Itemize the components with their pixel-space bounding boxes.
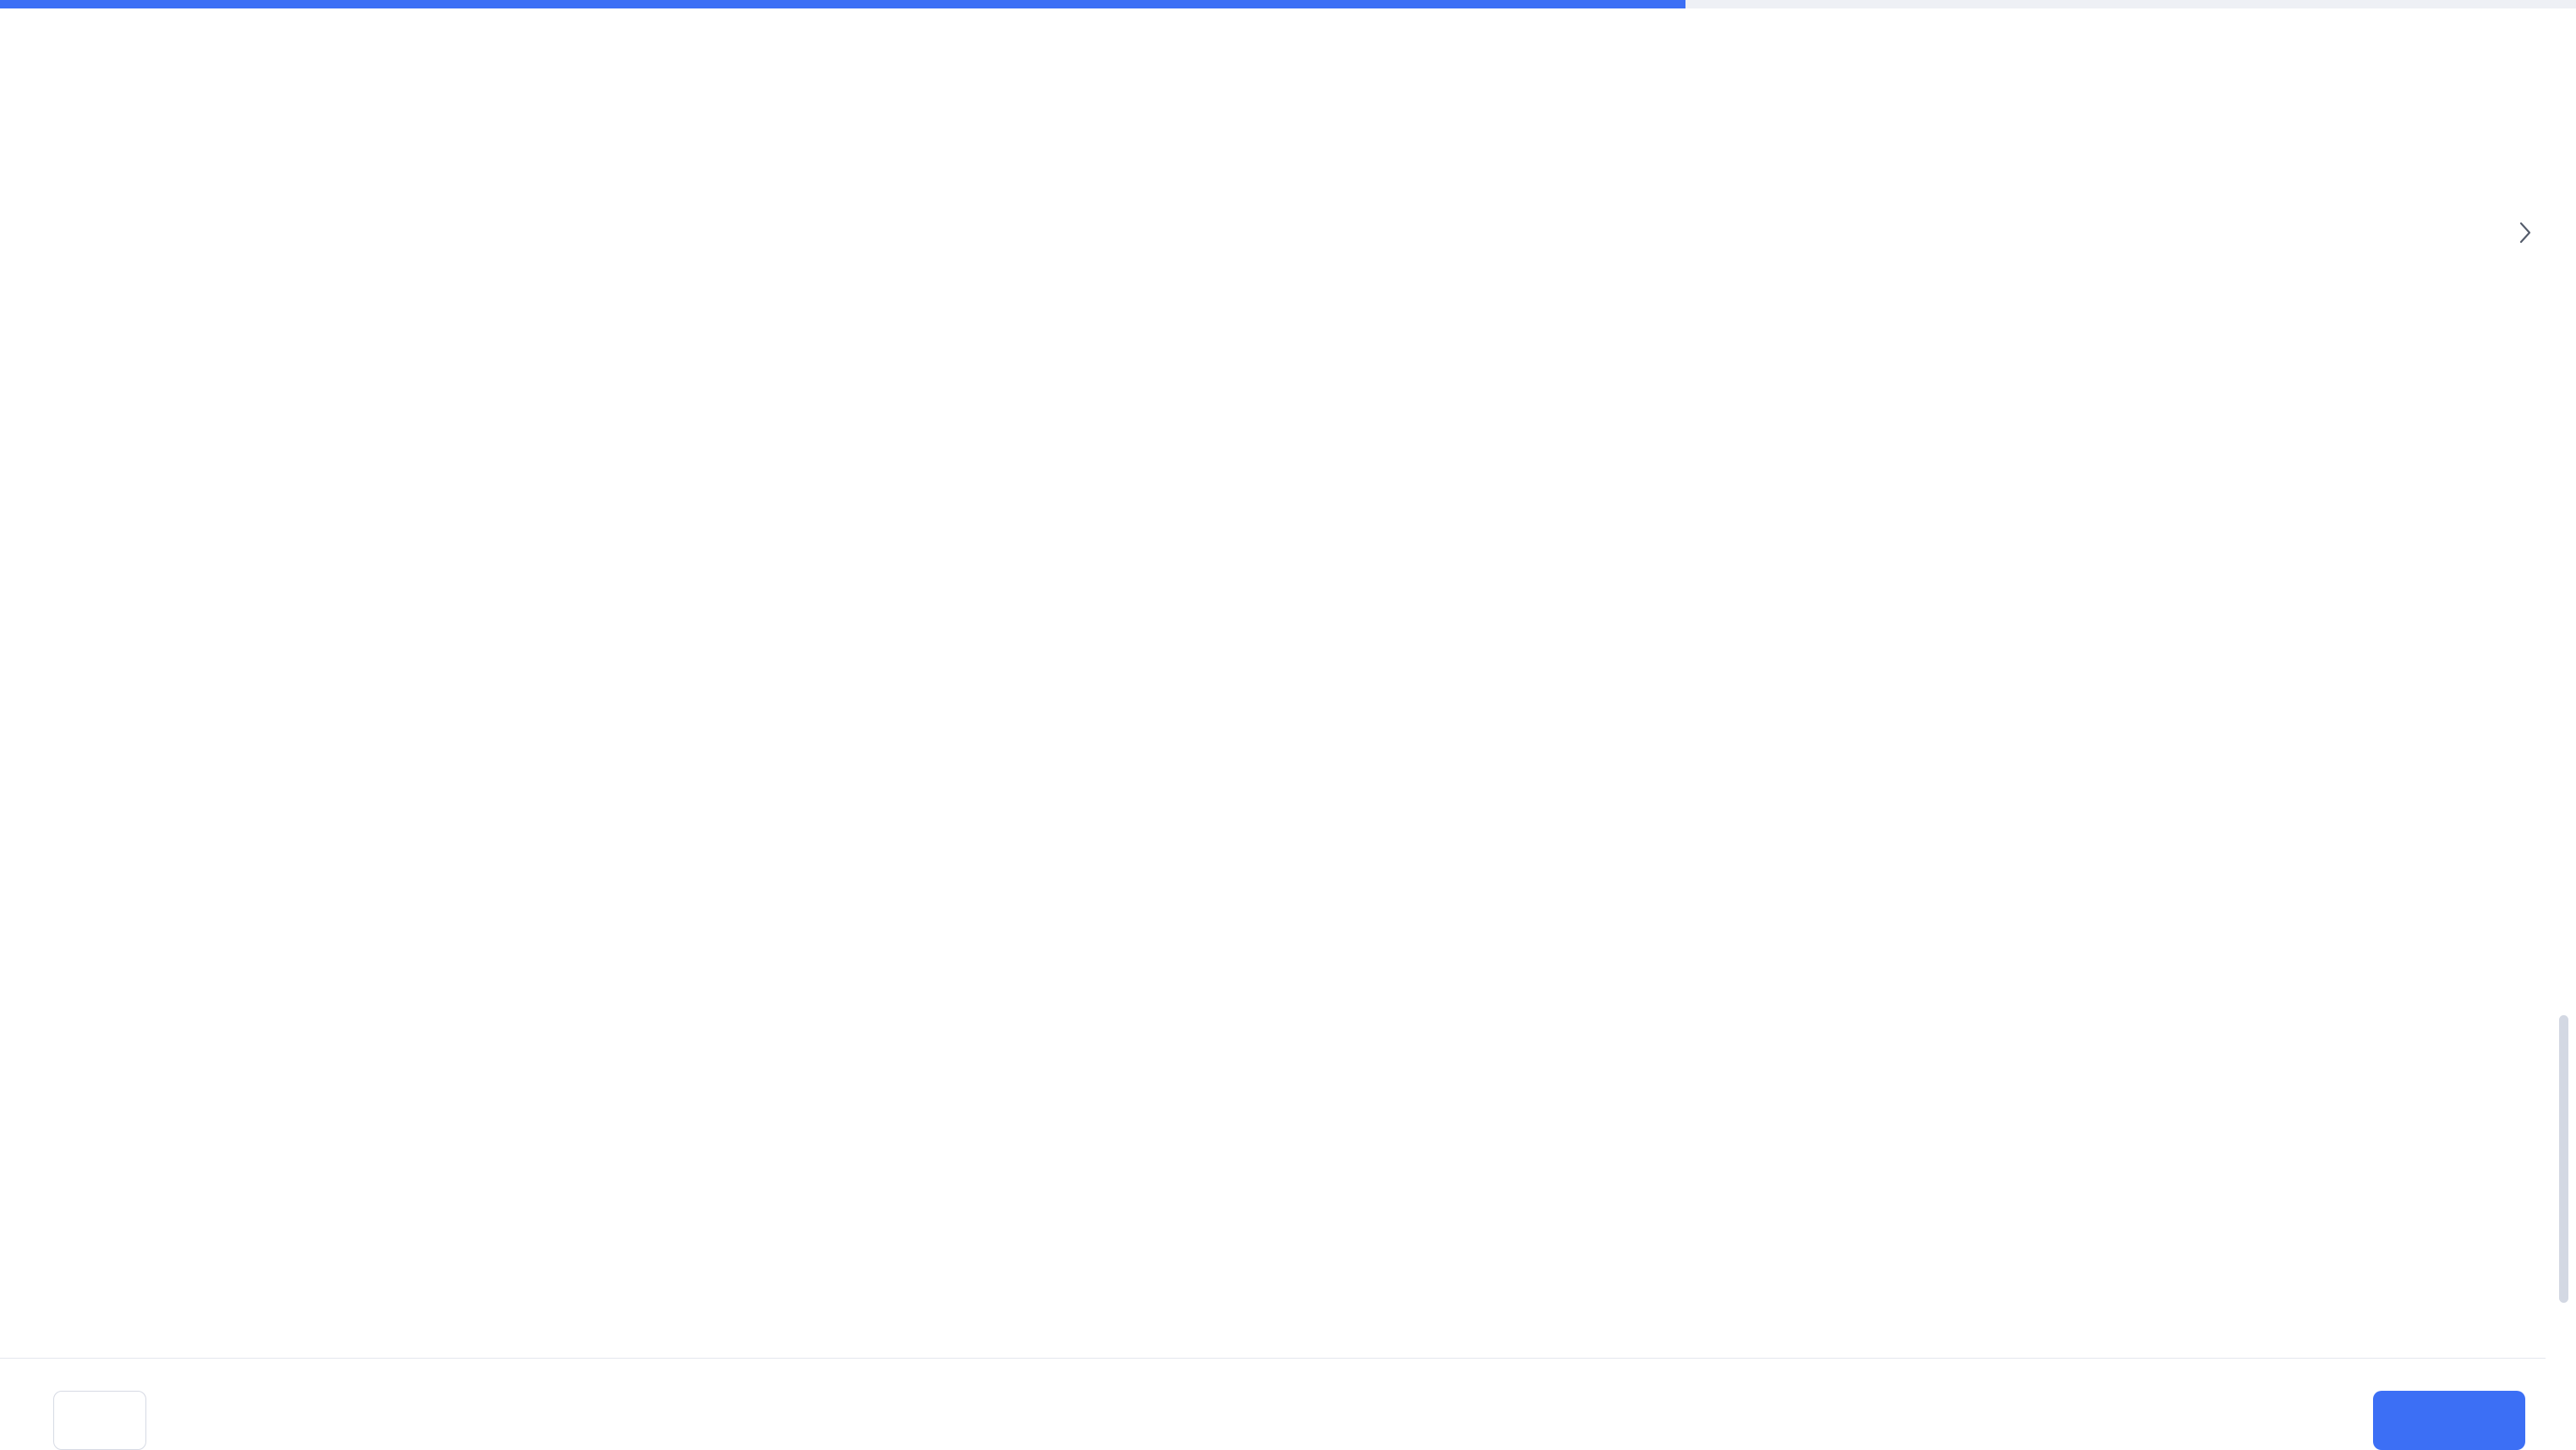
page-footer xyxy=(0,1359,2576,1450)
page-header xyxy=(0,8,2576,364)
theme-selection-page xyxy=(0,8,2576,1450)
theme-scrollbar-thumb[interactable] xyxy=(2559,1015,2568,1303)
onboarding-progress-fill xyxy=(0,0,1685,8)
chevron-right-icon xyxy=(2519,222,2531,244)
theme-scrollbar-track[interactable] xyxy=(2557,368,2569,1315)
next-button[interactable] xyxy=(2373,1391,2525,1450)
prev-button[interactable] xyxy=(53,1391,146,1450)
skip-button[interactable] xyxy=(2509,222,2532,244)
theme-scroll-region[interactable] xyxy=(0,364,2576,1324)
onboarding-progress-track xyxy=(0,0,2576,8)
